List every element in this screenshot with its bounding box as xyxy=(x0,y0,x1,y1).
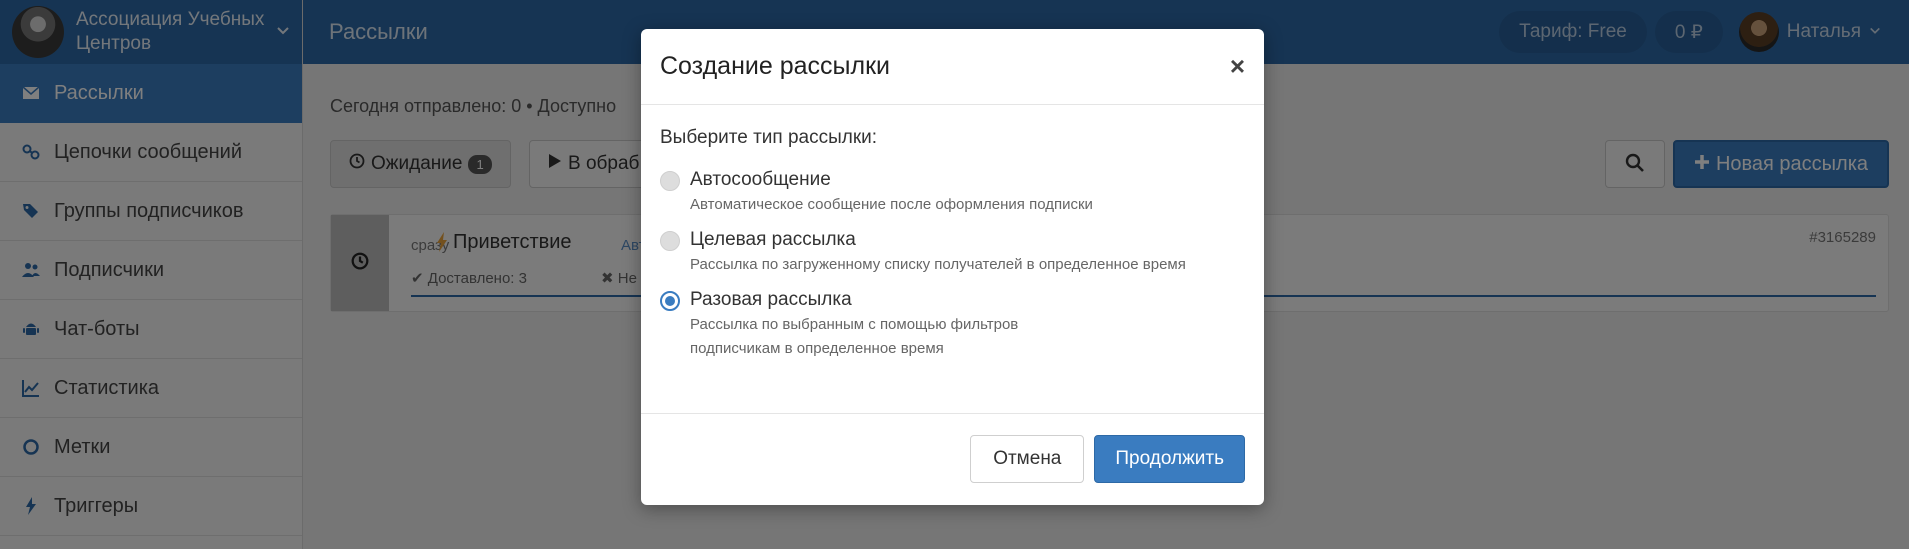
radio-onetime[interactable] xyxy=(660,291,680,311)
cancel-button[interactable]: Отмена xyxy=(970,435,1085,483)
option-label: Автосообщение xyxy=(690,169,831,190)
modal-title: Создание рассылки xyxy=(660,52,890,80)
option-automessage[interactable]: Автосообщение Автоматическое сообщение п… xyxy=(660,169,1245,217)
radio-automessage[interactable] xyxy=(660,171,680,191)
option-desc: Рассылка по выбранным с помощью фильтров… xyxy=(690,316,1019,357)
radio-targeted[interactable] xyxy=(660,231,680,251)
continue-button[interactable]: Продолжить xyxy=(1094,435,1245,483)
option-desc: Автоматическое сообщение после оформлени… xyxy=(690,196,1093,213)
option-label: Разовая рассылка xyxy=(690,289,852,310)
modal-header: Создание рассылки × xyxy=(641,29,1264,105)
option-onetime[interactable]: Разовая рассылка Рассылка по выбранным с… xyxy=(660,289,1245,361)
option-label: Целевая рассылка xyxy=(690,229,856,250)
modal-prompt: Выберите тип рассылки: xyxy=(660,127,878,148)
create-mailing-modal: Создание рассылки × Выберите тип рассылк… xyxy=(641,29,1264,505)
close-icon[interactable]: × xyxy=(1230,51,1245,82)
option-targeted[interactable]: Целевая рассылка Рассылка по загруженном… xyxy=(660,229,1245,277)
option-desc: Рассылка по загруженному списку получате… xyxy=(690,256,1186,273)
modal-body: Выберите тип рассылки: Автосообщение Авт… xyxy=(641,105,1264,414)
modal-footer: Отмена Продолжить xyxy=(641,414,1264,504)
